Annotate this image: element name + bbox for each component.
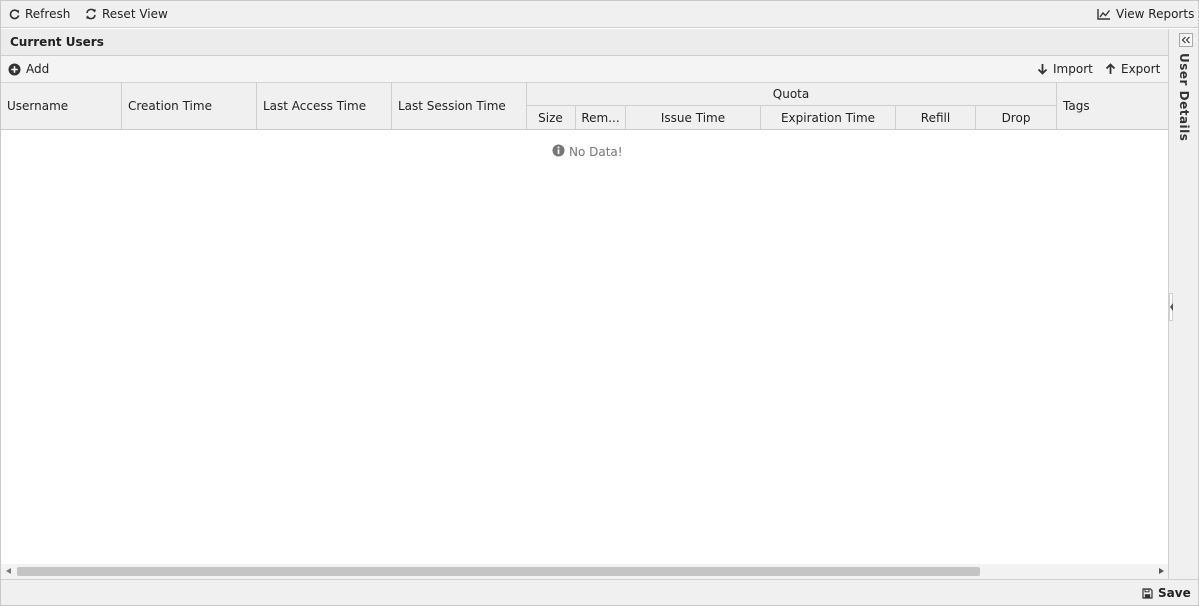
view-reports-label: View Reports [1116, 7, 1195, 21]
main-toolbar: Refresh Reset View View Reports [1, 1, 1198, 28]
horizontal-scrollbar[interactable] [1, 564, 1168, 579]
column-header-label: Expiration Time [780, 110, 876, 125]
refresh-icon [9, 8, 20, 20]
import-label: Import [1053, 62, 1093, 76]
add-label: Add [26, 62, 50, 76]
user-details-panel: User Details [1168, 29, 1198, 579]
sync-icon [85, 8, 97, 20]
save-label: Save [1158, 586, 1191, 600]
empty-message-text: No Data! [569, 145, 623, 159]
column-header-label: Rem... [581, 110, 620, 125]
column-header-quota-expiration-time[interactable]: Expiration Time [761, 106, 896, 129]
footer-toolbar: Save [1, 579, 1198, 605]
arrow-up-icon [1105, 63, 1116, 75]
column-header-quota-drop[interactable]: Drop [976, 106, 1056, 129]
info-circle-icon [552, 144, 565, 160]
scroll-left-arrow[interactable] [6, 568, 11, 574]
column-header-last-session-time[interactable]: Last Session Time [392, 83, 527, 129]
panel-title: Current Users [10, 35, 104, 49]
view-reports-button[interactable]: View Reports [1097, 1, 1194, 27]
column-header-label: Creation Time [128, 99, 212, 113]
column-header-last-access-time[interactable]: Last Access Time [257, 83, 392, 129]
plus-circle-icon [8, 63, 21, 76]
expand-panel-button[interactable] [1179, 33, 1193, 47]
refresh-label: Refresh [25, 7, 71, 21]
line-chart-icon [1097, 8, 1111, 20]
column-header-label: Issue Time [660, 110, 726, 125]
export-button[interactable]: Export [1105, 56, 1160, 82]
column-header-label: Username [7, 99, 69, 113]
column-header-quota-remaining[interactable]: Rem... [576, 106, 626, 129]
column-header-label: Tags [1063, 99, 1090, 113]
column-group-quota: Quota Size Rem... Issue Time Expiration … [526, 83, 1057, 129]
column-header-label: Last Session Time [398, 99, 506, 113]
reset-view-button[interactable]: Reset View [85, 1, 168, 27]
empty-message: No Data! [552, 144, 623, 160]
column-group-quota-title: Quota [526, 83, 1056, 106]
column-header-quota-size[interactable]: Size [526, 106, 576, 129]
scroll-right-arrow[interactable] [1159, 568, 1164, 574]
grid-header: Username Creation Time Last Access Time … [1, 83, 1168, 130]
user-manager-window: Refresh Reset View View Reports Current … [0, 0, 1199, 606]
reset-view-label: Reset View [102, 7, 168, 21]
current-users-panel-header: Current Users [1, 29, 1168, 56]
splitter-arrow-icon [1170, 303, 1173, 311]
column-header-label: Refill [920, 110, 951, 125]
column-header-label: Size [538, 110, 563, 125]
column-header-quota-refill[interactable]: Refill [896, 106, 976, 129]
grid-toolbar: Add Import Export [1, 56, 1168, 83]
side-panel-title[interactable]: User Details [1177, 53, 1191, 141]
refresh-button[interactable]: Refresh [9, 1, 70, 27]
column-header-username[interactable]: Username [1, 83, 122, 129]
save-button[interactable]: Save [1142, 580, 1191, 606]
arrow-down-icon [1037, 63, 1048, 75]
column-header-creation-time[interactable]: Creation Time [122, 83, 257, 129]
floppy-disk-icon [1142, 587, 1153, 599]
double-chevron-left-icon [1181, 33, 1191, 47]
import-button[interactable]: Import [1037, 56, 1093, 82]
scrollbar-thumb[interactable] [17, 567, 980, 576]
column-header-label: Last Access Time [263, 99, 367, 113]
column-header-tags[interactable]: Tags [1057, 83, 1168, 129]
panel-splitter[interactable] [1169, 293, 1173, 321]
column-header-quota-issue-time[interactable]: Issue Time [626, 106, 761, 129]
add-button[interactable]: Add [8, 56, 49, 82]
grid-body: No Data! [1, 130, 1168, 564]
column-header-label: Drop [1001, 110, 1031, 125]
export-label: Export [1121, 62, 1161, 76]
